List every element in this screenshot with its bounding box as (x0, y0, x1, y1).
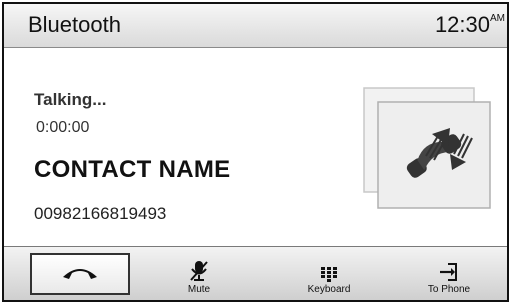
end-call-button[interactable] (30, 253, 130, 295)
to-phone-label: To Phone (427, 284, 471, 295)
call-transfer-icon (363, 87, 491, 209)
page-title: Bluetooth (28, 12, 121, 37)
header-bar: Bluetooth 12:30AM (4, 4, 507, 48)
phone-number: 00982166819493 (34, 204, 167, 223)
to-phone-button[interactable]: To Phone (414, 247, 484, 299)
mute-label: Mute (187, 284, 211, 295)
clock-time: 12:30 (434, 12, 490, 37)
end-call-icon (63, 269, 97, 279)
clock: 12:30AM (435, 12, 505, 38)
keyboard-label: Keyboard (307, 284, 351, 295)
to-phone-icon (440, 263, 457, 281)
call-actions-bar: Mute Keyboard To Phone (4, 246, 507, 300)
bluetooth-call-screen: Bluetooth 12:30AM Talking... 0:00:00 CON… (2, 2, 509, 302)
keyboard-button[interactable]: Keyboard (294, 247, 364, 299)
call-duration: 0:00:00 (36, 119, 90, 136)
keypad-icon (321, 267, 337, 282)
call-status: Talking... (34, 90, 107, 109)
clock-ampm: AM (490, 13, 505, 24)
contact-name: CONTACT NAME (34, 156, 231, 183)
mute-button[interactable]: Mute (169, 247, 229, 299)
mic-mute-icon (190, 261, 208, 281)
